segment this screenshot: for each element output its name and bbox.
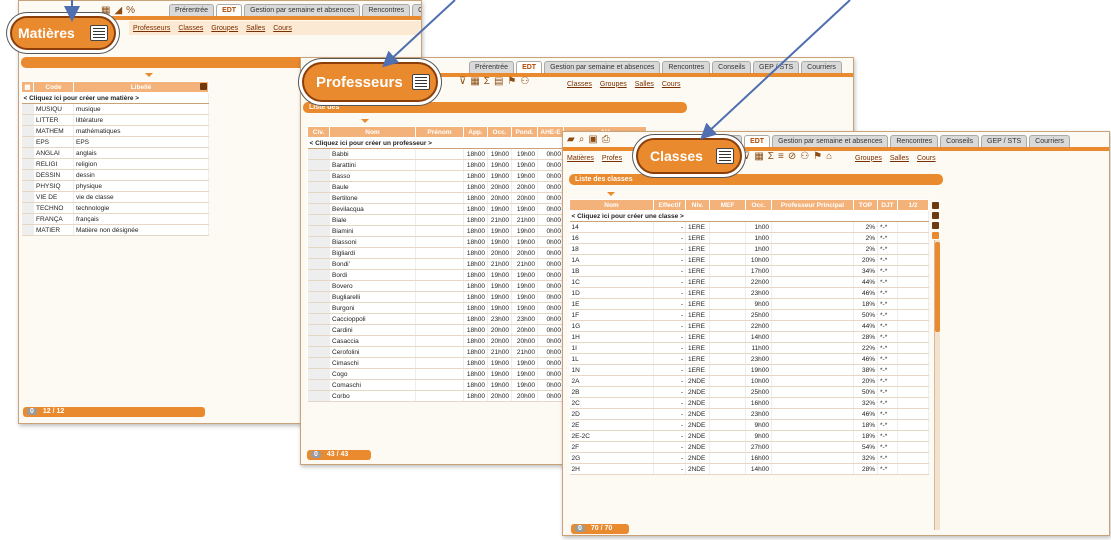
callout-arrows — [64, 0, 851, 140]
arrow-to-classes — [700, 0, 851, 140]
arrow-to-professeurs — [382, 0, 456, 68]
